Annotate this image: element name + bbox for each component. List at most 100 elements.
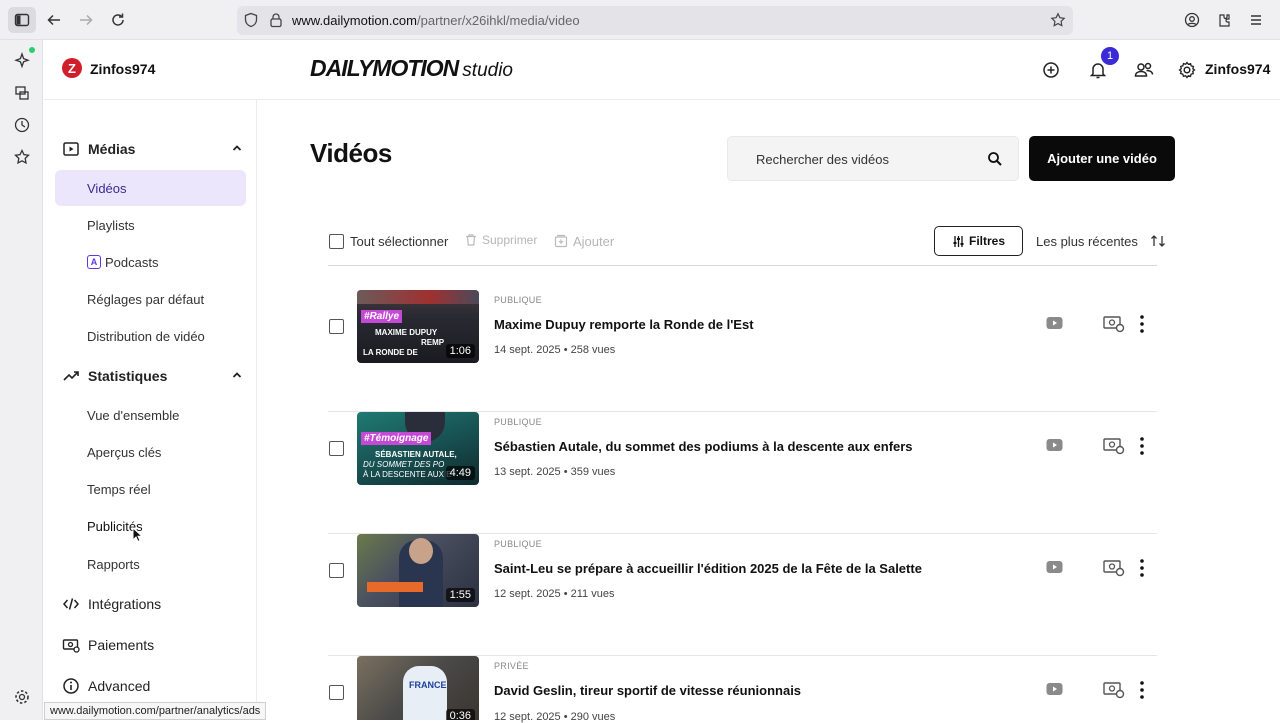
info-icon xyxy=(63,678,79,694)
youtube-icon[interactable] xyxy=(1046,438,1063,452)
row-checkbox[interactable] xyxy=(329,441,344,456)
nav-section-medias[interactable]: Médias xyxy=(44,134,257,164)
trending-up-icon xyxy=(63,371,79,381)
more-options-icon[interactable] xyxy=(1134,314,1150,334)
nav-section-payments[interactable]: Paiements xyxy=(44,630,257,660)
more-options-icon[interactable] xyxy=(1134,558,1150,578)
video-status: PUBLIQUE xyxy=(494,539,542,549)
forward-icon[interactable] xyxy=(72,7,100,33)
nav-section-label: Paiements xyxy=(88,637,155,653)
nav-item-videos[interactable]: Vidéos xyxy=(55,170,246,206)
channel-name[interactable]: Zinfos974 xyxy=(90,61,155,77)
delete-button[interactable]: Supprimer xyxy=(482,233,537,247)
add-circle-icon[interactable] xyxy=(1040,59,1062,81)
nav-section-statistics[interactable]: Statistiques xyxy=(44,361,257,391)
history-icon[interactable] xyxy=(13,116,31,134)
add-video-button[interactable]: Ajouter une vidéo xyxy=(1029,136,1175,181)
back-icon[interactable] xyxy=(40,7,68,33)
users-icon[interactable] xyxy=(1133,59,1155,81)
nav-item-realtime[interactable]: Temps réel xyxy=(55,471,246,507)
sidebar-toggle-icon[interactable] xyxy=(8,7,36,33)
dailymotion-studio-logo[interactable]: DAILYMOTION studio xyxy=(310,55,513,82)
nav-item-playlists[interactable]: Playlists xyxy=(55,207,246,243)
nav-item-label: Rapports xyxy=(87,557,140,572)
chevron-up-icon[interactable] xyxy=(231,369,243,381)
add-to-button[interactable]: Ajouter xyxy=(573,234,614,249)
play-square-icon xyxy=(63,142,79,156)
monetization-icon[interactable] xyxy=(1103,681,1125,699)
payments-icon xyxy=(62,639,80,653)
video-duration: 4:49 xyxy=(445,466,475,480)
video-thumbnail[interactable]: #Témoignage SÉBASTIEN AUTALE, DU SOMMET … xyxy=(357,412,479,485)
row-checkbox[interactable] xyxy=(329,319,344,334)
bookmark-star-icon[interactable] xyxy=(1050,12,1066,28)
sort-dropdown[interactable]: Les plus récentes xyxy=(1036,234,1165,249)
select-all-checkbox[interactable] xyxy=(329,234,344,249)
synced-tabs-icon[interactable] xyxy=(13,84,31,102)
video-row[interactable]: 1:55 PUBLIQUE Saint-Leu se prépare à acc… xyxy=(328,534,1157,656)
notification-dot xyxy=(29,47,35,53)
nav-section-label: Advanced xyxy=(88,678,151,694)
monetization-icon[interactable] xyxy=(1103,559,1125,577)
header-user-name[interactable]: Zinfos974 xyxy=(1205,61,1270,77)
video-row[interactable]: #Rallye MAXIME DUPUY REMP LA RONDE DE 1:… xyxy=(328,290,1157,412)
nav-item-ads[interactable]: Publicités xyxy=(55,508,246,544)
video-thumbnail[interactable]: 1:55 xyxy=(357,534,479,607)
nav-item-default-settings[interactable]: Réglages par défaut xyxy=(55,281,246,317)
nav-item-label: Aperçus clés xyxy=(87,445,162,460)
video-meta: 12 sept. 2025 • 290 vues xyxy=(494,711,616,723)
youtube-icon[interactable] xyxy=(1046,316,1063,330)
video-duration: 1:55 xyxy=(445,588,475,602)
more-options-icon[interactable] xyxy=(1134,680,1150,700)
video-row[interactable]: FRANCE 0:36 PRIVÉE David Geslin, tireur … xyxy=(328,656,1157,723)
nav-section-advanced[interactable]: Advanced xyxy=(44,671,257,701)
row-checkbox[interactable] xyxy=(329,563,344,578)
address-bar[interactable]: www.dailymotion.com/partner/x26ihkl/medi… xyxy=(237,6,1073,35)
filters-button[interactable]: Filtres xyxy=(934,226,1023,256)
monetization-icon[interactable] xyxy=(1103,437,1125,455)
thumbnail-tag: #Témoignage xyxy=(361,432,432,445)
app-header: Z Zinfos974 DAILYMOTION studio 1 Zinfos97… xyxy=(44,40,1280,100)
extensions-icon[interactable] xyxy=(1210,7,1238,33)
gear-icon[interactable] xyxy=(1176,59,1198,81)
nav-item-overview[interactable]: Vue d'ensemble xyxy=(55,397,246,433)
nav-section-integrations[interactable]: Intégrations xyxy=(44,589,257,619)
youtube-icon[interactable] xyxy=(1046,560,1063,574)
monetization-icon[interactable] xyxy=(1103,315,1125,333)
search-icon[interactable] xyxy=(987,151,1003,167)
channel-logo[interactable]: Z xyxy=(62,58,82,78)
shield-icon[interactable] xyxy=(243,12,259,28)
row-checkbox[interactable] xyxy=(329,685,344,700)
video-meta: 14 sept. 2025 • 258 vues xyxy=(494,344,616,356)
account-icon[interactable] xyxy=(1178,7,1206,33)
youtube-icon[interactable] xyxy=(1046,682,1063,696)
nav-item-reports[interactable]: Rapports xyxy=(55,546,246,582)
video-thumbnail[interactable]: FRANCE 0:36 xyxy=(357,656,479,720)
video-title[interactable]: David Geslin, tireur sportif de vitesse … xyxy=(494,683,801,698)
chevron-up-icon[interactable] xyxy=(231,142,243,154)
more-options-icon[interactable] xyxy=(1134,436,1150,456)
nav-section-label: Intégrations xyxy=(88,596,162,612)
sort-arrows-icon xyxy=(1151,235,1165,247)
url-path: /partner/x26ihkl/media/video xyxy=(417,13,580,28)
nav-item-label: Podcasts xyxy=(105,255,159,270)
search-input[interactable]: Rechercher des vidéos xyxy=(727,136,1019,181)
nav-item-distribution[interactable]: Distribution de vidéo xyxy=(55,318,246,354)
bookmarks-icon[interactable] xyxy=(13,148,31,166)
video-title[interactable]: Sébastien Autale, du sommet des podiums … xyxy=(494,439,913,454)
lock-icon[interactable] xyxy=(268,12,284,28)
settings-icon[interactable] xyxy=(13,688,31,706)
nav-item-podcasts[interactable]: A Podcasts xyxy=(55,244,246,280)
podcast-badge-icon: A xyxy=(87,255,101,269)
nav-item-key-insights[interactable]: Aperçus clés xyxy=(55,434,246,470)
video-thumbnail[interactable]: #Rallye MAXIME DUPUY REMP LA RONDE DE 1:… xyxy=(357,290,479,363)
video-title[interactable]: Saint-Leu se prépare à accueillir l'édit… xyxy=(494,561,922,576)
select-all-label[interactable]: Tout sélectionner xyxy=(350,234,448,249)
reload-icon[interactable] xyxy=(104,7,132,33)
menu-icon[interactable] xyxy=(1242,7,1270,33)
url-text[interactable]: www.dailymotion.com/partner/x26ihkl/medi… xyxy=(292,13,580,28)
video-title[interactable]: Maxime Dupuy remporte la Ronde de l'Est xyxy=(494,317,754,332)
add-to-playlist-icon xyxy=(554,234,568,248)
video-row[interactable]: #Témoignage SÉBASTIEN AUTALE, DU SOMMET … xyxy=(328,412,1157,534)
ai-chat-icon[interactable] xyxy=(13,52,31,70)
